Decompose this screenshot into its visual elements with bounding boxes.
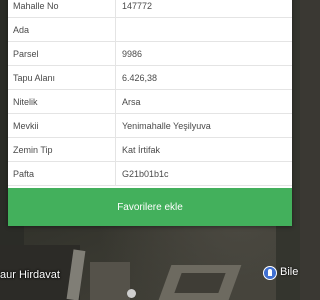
row-label: Tapu Alanı: [8, 66, 116, 89]
row-value: Arsa: [122, 96, 141, 107]
row-value: G21b01b1c: [122, 168, 169, 179]
row-value: Yenimahalle Yeşilyuva: [122, 120, 211, 131]
row-value: 6.426,38: [122, 72, 158, 83]
row-label: Ada: [8, 18, 116, 41]
info-row: Mahalle No 147772: [8, 0, 292, 18]
row-value: 9986: [122, 48, 143, 59]
map-place-label: aur Hirdavat: [0, 269, 60, 281]
row-label: Pafta: [8, 162, 116, 185]
parcel-info-card: Mahalle No 147772 Ada Parsel 9986 Tapu A…: [8, 0, 292, 226]
row-label: Mahalle No: [8, 0, 116, 17]
row-value: Kat İrtifak: [122, 144, 161, 155]
info-row: Nitelik Arsa: [8, 90, 292, 114]
info-row: Mevkii Yenimahalle Yeşilyuva: [8, 114, 292, 138]
info-row: Parsel 9986: [8, 42, 292, 66]
map-place-label-right: Bile: [280, 266, 299, 278]
row-label: Mevkii: [8, 114, 116, 137]
row-label: Zemin Tip: [8, 138, 116, 161]
row-value: 147772: [122, 0, 153, 11]
info-row: Zemin Tip Kat İrtifak: [8, 138, 292, 162]
pin-icon[interactable]: [263, 266, 277, 280]
info-row: Pafta G21b01b1c: [8, 162, 292, 186]
row-label: Parsel: [8, 42, 116, 65]
row-label: Nitelik: [8, 90, 116, 113]
add-to-favorites-button[interactable]: Favorilere ekle: [8, 188, 292, 226]
info-row: Ada: [8, 18, 292, 42]
info-row: Tapu Alanı 6.426,38: [8, 66, 292, 90]
map-marker-dot[interactable]: [127, 289, 136, 298]
